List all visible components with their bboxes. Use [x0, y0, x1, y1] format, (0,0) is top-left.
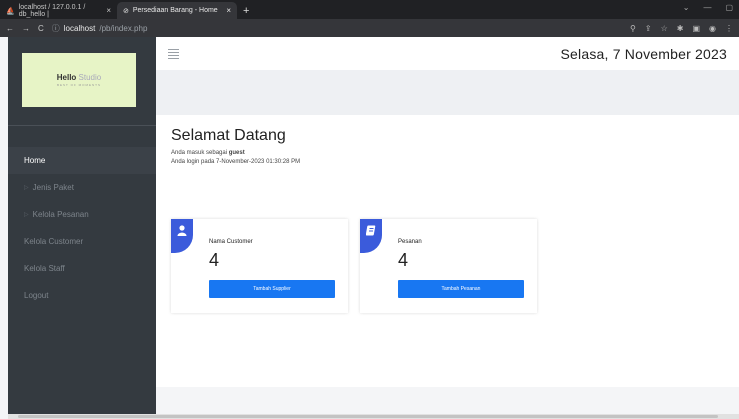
- sidebar-nav: Home ▷ Jenis Paket ▷ Kelola Pesanan Kelola…: [8, 147, 156, 309]
- page-title: Selamat Datang: [171, 127, 286, 144]
- dashboard-cards: Nama Customer 4 Tambah Supplier Pesanan …: [156, 197, 739, 387]
- address-bar: ← → C ⓘ localhost/pb/index.php ⚲ ⇪ ☆ ✱ ▣…: [0, 19, 739, 37]
- sidebar-item-label: Kelola Staff: [24, 264, 65, 273]
- close-tab-icon[interactable]: ×: [106, 6, 111, 15]
- page: Hello Studio BEST OF MOMENTS Home ▷ Jenis…: [0, 37, 739, 419]
- zoom-icon[interactable]: ⚲: [630, 24, 636, 33]
- header-spacer: [156, 70, 739, 115]
- sidebar-item-label: Kelola Pesanan: [32, 210, 89, 219]
- user-icon: [177, 225, 187, 236]
- collapse-arrow-icon: ▷: [24, 185, 29, 191]
- top-bar: Selasa, 7 November 2023: [156, 37, 739, 70]
- card-badge: [360, 219, 382, 253]
- add-supplier-button[interactable]: Tambah Supplier: [209, 280, 335, 298]
- card-value: 4: [398, 250, 409, 270]
- order-card: Pesanan 4 Tambah Pesanan: [360, 219, 537, 313]
- collapse-arrow-icon: ▷: [24, 212, 29, 218]
- close-tab-icon[interactable]: ×: [226, 6, 231, 15]
- sidebar-item-label: Home: [24, 156, 46, 165]
- logo-main: Hello: [56, 73, 77, 82]
- card-value: 4: [209, 250, 220, 270]
- sidebar-item-kelola-pesanan[interactable]: ▷ Kelola Pesanan: [8, 201, 156, 228]
- tab-title: Persediaan Barang - Home: [132, 7, 218, 14]
- window-controls: ⌄ — ▢: [683, 3, 733, 12]
- customer-card: Nama Customer 4 Tambah Supplier: [171, 219, 348, 313]
- main-content: Selasa, 7 November 2023 Selamat Datang A…: [156, 37, 739, 419]
- sidebar-item-logout[interactable]: Logout: [8, 282, 156, 309]
- back-icon[interactable]: ←: [6, 24, 14, 33]
- sidebar-item-jenis-paket[interactable]: ▷ Jenis Paket: [8, 174, 156, 201]
- card-badge: [171, 219, 193, 253]
- info-icon: ⓘ: [51, 23, 60, 33]
- horizontal-scrollbar[interactable]: [8, 414, 739, 419]
- welcome-panel: Selamat Datang Anda masuk sebagai guest …: [156, 115, 739, 197]
- logo-accent: Studio: [78, 73, 102, 82]
- restore-icon[interactable]: ▢: [725, 3, 733, 12]
- card-label: Pesanan: [398, 239, 422, 245]
- star-icon[interactable]: ☆: [661, 24, 668, 33]
- sidebar: Hello Studio BEST OF MOMENTS Home ▷ Jenis…: [8, 37, 156, 419]
- url-path: /pb/index.php: [99, 23, 148, 33]
- login-time-text: Anda login pada 7-November-2023 01:30:28…: [171, 159, 301, 165]
- globe-icon: ⊘: [123, 7, 129, 15]
- url-field[interactable]: ⓘ localhost/pb/index.php: [52, 23, 148, 34]
- username: guest: [228, 150, 245, 156]
- logo-tagline: BEST OF MOMENTS: [57, 83, 101, 87]
- browser-toolbar-right: ⚲ ⇪ ☆ ✱ ▣ ◉ ⋮: [630, 24, 733, 33]
- sidebar-item-kelola-customer[interactable]: Kelola Customer: [8, 228, 156, 255]
- extensions-icon[interactable]: ✱: [677, 24, 684, 33]
- sidebar-item-label: Jenis Paket: [32, 183, 74, 192]
- url-host: localhost: [63, 23, 96, 33]
- card-label: Nama Customer: [209, 239, 253, 245]
- sidebar-item-kelola-staff[interactable]: Kelola Staff: [8, 255, 156, 282]
- login-role-text: Anda masuk sebagai guest: [171, 150, 245, 156]
- browser-tab-bar: ⛵ localhost / 127.0.0.1 / db_hello | × ⊘…: [0, 0, 739, 19]
- share-icon[interactable]: ⇪: [645, 24, 652, 33]
- browser-tab-active[interactable]: ⊘ Persediaan Barang - Home ×: [117, 2, 237, 19]
- add-order-button[interactable]: Tambah Pesanan: [398, 280, 524, 298]
- menu-icon[interactable]: ⋮: [725, 24, 733, 33]
- forward-icon[interactable]: →: [22, 24, 30, 33]
- sidebar-item-label: Kelola Customer: [24, 237, 84, 246]
- sidepanel-icon[interactable]: ▣: [692, 24, 700, 33]
- sidebar-divider: [8, 125, 156, 126]
- avatar[interactable]: ◉: [709, 24, 716, 33]
- current-date: Selasa, 7 November 2023: [560, 45, 727, 62]
- sidebar-item-label: Logout: [24, 291, 49, 300]
- logo: Hello Studio BEST OF MOMENTS: [22, 53, 136, 107]
- note-icon: [365, 225, 375, 236]
- phpmyadmin-icon: ⛵: [6, 7, 15, 15]
- chevron-down-icon[interactable]: ⌄: [683, 3, 690, 12]
- tab-title: localhost / 127.0.0.1 / db_hello |: [18, 3, 86, 18]
- browser-tab-phpmyadmin[interactable]: ⛵ localhost / 127.0.0.1 / db_hello | ×: [0, 2, 117, 19]
- scrollbar-thumb[interactable]: [18, 415, 718, 418]
- sidebar-item-home[interactable]: Home: [8, 147, 156, 174]
- new-tab-button[interactable]: +: [237, 2, 255, 19]
- minimize-icon[interactable]: —: [703, 3, 711, 12]
- reload-icon[interactable]: C: [38, 24, 44, 33]
- hamburger-icon[interactable]: [168, 48, 179, 59]
